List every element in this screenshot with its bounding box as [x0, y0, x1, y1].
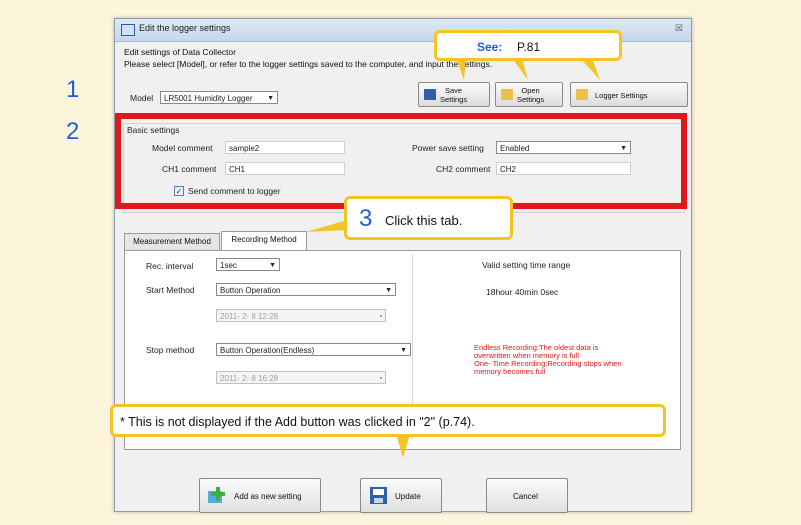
tab-instruction-text: Click this tab.: [385, 213, 463, 228]
open-settings-line2: Settings: [517, 95, 545, 104]
stop-method-select[interactable]: Button Operation(Endless) ▼: [216, 343, 411, 356]
model-select-value: LR5001 Humidity Logger: [164, 94, 253, 103]
footnote-text: * This is not displayed if the Add butto…: [120, 415, 475, 429]
valid-range-value: 18hour 40min 0sec: [486, 287, 559, 297]
chevron-down-icon: ▼: [400, 347, 407, 354]
add-plus-icon: [208, 487, 228, 504]
floppy-disk-icon: [369, 487, 389, 504]
update-label: Update: [395, 492, 421, 501]
tab-recording-method[interactable]: Recording Method: [221, 231, 307, 250]
add-as-new-setting-label: Add as new setting: [234, 492, 302, 501]
start-method-value: Button Operation: [220, 286, 281, 295]
see-page-callout: See: P.81: [434, 30, 622, 61]
model-select[interactable]: LR5001 Humidity Logger ▼: [160, 91, 278, 104]
start-date-value: 2011- 2- 8 12:28: [220, 312, 279, 321]
stop-method-value: Button Operation(Endless): [220, 346, 315, 355]
rec-interval-value: 1sec: [220, 261, 237, 270]
chevron-down-icon: ▼: [269, 262, 276, 269]
valid-range-label: Valid setting time range: [482, 260, 571, 270]
floppy-disk-icon: [424, 89, 436, 100]
open-settings-button[interactable]: Open Settings: [495, 82, 563, 107]
see-callout-pointers: [456, 58, 600, 80]
tab-instruction-callout: 3 Click this tab.: [344, 196, 513, 240]
footnote-callout-pointer: [396, 434, 410, 458]
rec-interval-select[interactable]: 1sec ▼: [216, 258, 280, 271]
window-icon: [121, 24, 135, 36]
open-settings-line1: Open: [521, 86, 540, 95]
see-label: See:: [477, 40, 503, 54]
update-button[interactable]: Update: [360, 478, 442, 513]
logger-settings-button[interactable]: Logger Settings: [570, 82, 688, 107]
calendar-icon: ▫: [379, 313, 382, 320]
tab-measurement-method[interactable]: Measurement Method: [124, 233, 220, 250]
save-settings-line1: Save: [445, 86, 463, 95]
step-number-2: 2: [66, 118, 80, 145]
calendar-icon: ▫: [379, 375, 382, 382]
chevron-down-icon: ▼: [267, 95, 274, 102]
basic-settings-highlight: [115, 113, 687, 209]
start-method-select[interactable]: Button Operation ▼: [216, 283, 396, 296]
footnote-callout: * This is not displayed if the Add butto…: [110, 404, 666, 437]
add-as-new-setting-button[interactable]: Add as new setting: [199, 478, 321, 513]
cancel-label: Cancel: [513, 492, 538, 501]
stop-date-value: 2011- 2- 8 16:28: [220, 374, 279, 383]
window-title: Edit the logger settings: [139, 23, 231, 33]
step-number-1: 1: [66, 76, 80, 103]
folder-icon: [576, 89, 588, 100]
chevron-down-icon: ▼: [385, 287, 392, 294]
stop-method-label: Stop method: [146, 345, 195, 355]
close-button[interactable]: ☒: [675, 23, 683, 34]
description-line-1: Edit settings of Data Collector: [124, 47, 236, 57]
step-number-3: 3: [359, 205, 373, 232]
start-date-picker: 2011- 2- 8 12:28 ▫: [216, 309, 386, 322]
folder-icon: [501, 89, 513, 100]
cancel-button[interactable]: Cancel: [486, 478, 568, 513]
see-page-number: P.81: [517, 40, 541, 54]
rec-interval-label: Rec. interval: [146, 261, 194, 271]
recording-note-line-4: memory becomes full: [474, 367, 546, 376]
save-settings-line2: Settings: [440, 95, 468, 104]
model-label: Model: [130, 93, 154, 103]
tab-callout-pointer: [306, 220, 347, 232]
save-settings-button[interactable]: Save Settings: [418, 82, 490, 107]
start-method-label: Start Method: [146, 285, 195, 295]
stop-date-picker: 2011- 2- 8 16:28 ▫: [216, 371, 386, 384]
logger-settings-label: Logger Settings: [595, 91, 648, 100]
